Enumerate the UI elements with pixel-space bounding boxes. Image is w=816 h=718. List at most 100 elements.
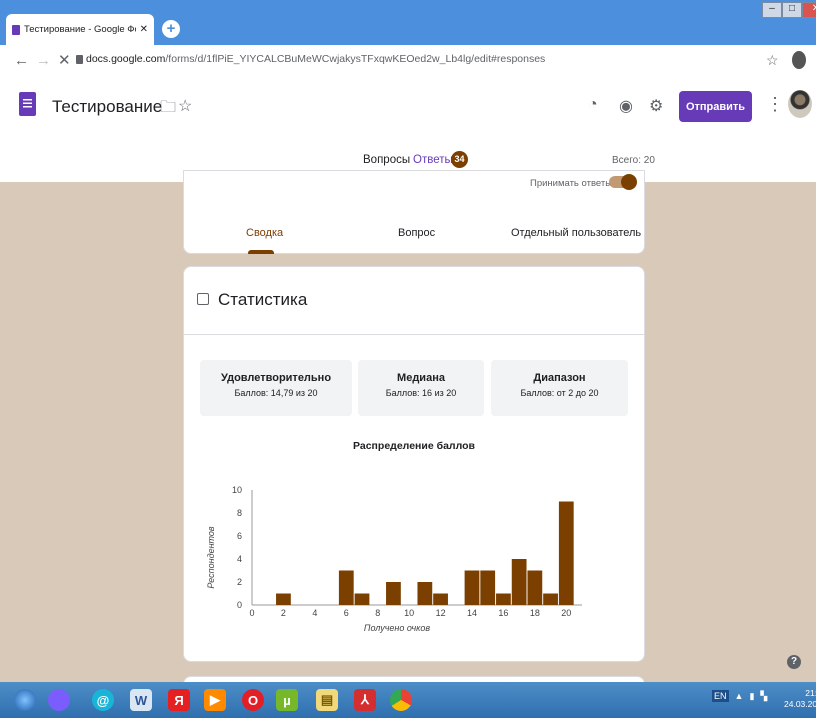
x-tick-label: 12 [436, 608, 446, 618]
preview-icon[interactable]: ◉ [619, 96, 633, 116]
x-tick-label: 18 [530, 608, 540, 618]
accept-responses-toggle[interactable] [609, 174, 637, 190]
chart-bar [496, 593, 511, 605]
bookmark-star-icon[interactable]: ☆ [766, 52, 779, 69]
media-player-icon[interactable]: ▶ [204, 689, 226, 711]
chart-bar [464, 570, 480, 605]
window-controls: – □ ✕ [762, 2, 816, 18]
maximize-button[interactable]: □ [782, 2, 802, 18]
palette-icon[interactable]: ◔ [588, 96, 598, 114]
x-axis-label: Получено очков [364, 623, 430, 633]
url-path: /forms/d/1flPiE_YIYCALCBuMeWCwjakysTFxqw… [165, 53, 546, 65]
y-tick-label: 8 [237, 508, 242, 518]
y-tick-label: 0 [237, 600, 242, 610]
tab-responses[interactable]: Ответы [413, 154, 453, 166]
y-tick-label: 10 [232, 485, 242, 495]
pdf-reader-icon[interactable]: ⅄ [354, 689, 376, 711]
document-title[interactable]: Тестирование [52, 97, 162, 117]
subtab-summary[interactable]: Сводка [246, 227, 283, 239]
stat-box-average: Удовлетворительно Баллов: 14,79 из 20 [200, 360, 352, 416]
chart-bar [386, 582, 401, 605]
url-host: docs.google.com [86, 53, 166, 65]
yandex-icon[interactable]: Я [168, 689, 190, 711]
language-indicator[interactable]: EN [712, 690, 729, 702]
network-icon[interactable]: ▚ [760, 691, 767, 702]
x-tick-label: 20 [561, 608, 571, 618]
divider [183, 334, 645, 335]
clock-date: 24.03.2021 [784, 699, 816, 709]
subtab-question[interactable]: Вопрос [398, 227, 435, 239]
stat-value: Баллов: от 2 до 20 [520, 388, 599, 398]
utorrent-icon[interactable]: µ [276, 689, 298, 711]
url-field[interactable]: docs.google.com/forms/d/1flPiE_YIYCALCBu… [86, 53, 736, 71]
subtab-individual[interactable]: Отдельный пользователь [511, 227, 641, 239]
browser-tab[interactable]: Тестирование - Google Формы ✕ [6, 14, 154, 45]
new-tab-button[interactable]: + [162, 20, 180, 38]
x-tick-label: 2 [281, 608, 286, 618]
folder-app-icon[interactable]: ▤ [316, 689, 338, 711]
chart-bar [276, 593, 291, 605]
chart-bar [511, 559, 527, 605]
y-axis-label: Респондентов [206, 526, 216, 589]
x-tick-label: 16 [498, 608, 508, 618]
chart-bar [433, 593, 448, 605]
folder-icon[interactable]: 🗀 [160, 96, 176, 123]
stat-label: Диапазон [533, 372, 586, 384]
settings-gear-icon[interactable]: ⚙ [649, 96, 663, 116]
forms-logo-icon[interactable] [19, 92, 36, 116]
tray-arrow-icon[interactable]: ▲ [735, 691, 744, 701]
subtab-indicator [248, 250, 274, 254]
stat-value: Баллов: 16 из 20 [385, 388, 457, 398]
stat-box-median: Медиана Баллов: 16 из 20 [358, 360, 484, 416]
start-button-icon[interactable] [14, 689, 36, 711]
x-tick-label: 8 [375, 608, 380, 618]
chart-bar [417, 582, 433, 605]
y-tick-label: 4 [237, 554, 242, 564]
responses-count-badge: 34 [451, 151, 468, 168]
x-tick-label: 0 [249, 608, 254, 618]
chart-bar [480, 570, 496, 605]
minimize-button[interactable]: – [762, 2, 782, 18]
x-tick-label: 6 [344, 608, 349, 618]
chart-bar [338, 570, 354, 605]
forms-favicon-icon [12, 24, 20, 35]
battery-icon[interactable]: ▮ [749, 691, 754, 702]
tab-close-icon[interactable]: ✕ [140, 24, 148, 35]
stop-icon[interactable]: ✕ [58, 51, 71, 69]
stat-value: Баллов: 14,79 из 20 [234, 388, 318, 398]
bar-chart-icon [197, 293, 209, 305]
accept-responses-label: Принимать ответы [530, 178, 613, 189]
more-vert-icon[interactable]: ⋮ [766, 94, 784, 115]
chart-bar [354, 593, 370, 605]
stat-label: Удовлетворительно [220, 372, 332, 384]
close-window-button[interactable]: ✕ [802, 2, 816, 18]
send-button[interactable]: Отправить [679, 91, 752, 122]
x-tick-label: 10 [404, 608, 414, 618]
user-avatar[interactable] [788, 90, 812, 118]
stat-label: Медиана [397, 372, 445, 384]
forward-icon[interactable]: → [36, 52, 51, 69]
y-tick-label: 6 [237, 531, 242, 541]
help-icon[interactable]: ? [787, 655, 801, 669]
word-icon[interactable]: W [130, 689, 152, 711]
chart-bar [527, 570, 543, 605]
total-points: Всего: 20 [612, 155, 655, 166]
tab-questions[interactable]: Вопросы [363, 154, 410, 166]
alice-icon[interactable] [48, 689, 70, 711]
lock-icon [76, 55, 83, 64]
chrome-icon[interactable] [390, 689, 412, 711]
clock[interactable]: 21:52 24.03.2021 [784, 688, 816, 710]
chart-bar [558, 501, 574, 605]
star-icon[interactable]: ☆ [178, 96, 192, 116]
statistics-title: Статистика [218, 290, 308, 309]
browser-app-icon[interactable]: @ [92, 689, 114, 711]
chart-title: Распределение баллов [353, 440, 475, 452]
profile-avatar-icon[interactable] [792, 51, 806, 69]
x-tick-label: 4 [312, 608, 317, 618]
score-distribution-chart: 0 2 4 6 8 10 12 14 16 18 20 0 2 4 6 8 10 Получено очков Ре… [206, 485, 582, 633]
back-icon[interactable]: ← [14, 52, 29, 69]
stat-box-range: Диапазон Баллов: от 2 до 20 [491, 360, 628, 416]
chart-bar [543, 593, 558, 605]
opera-icon[interactable]: O [242, 689, 264, 711]
clock-time: 21:52 [805, 688, 816, 698]
